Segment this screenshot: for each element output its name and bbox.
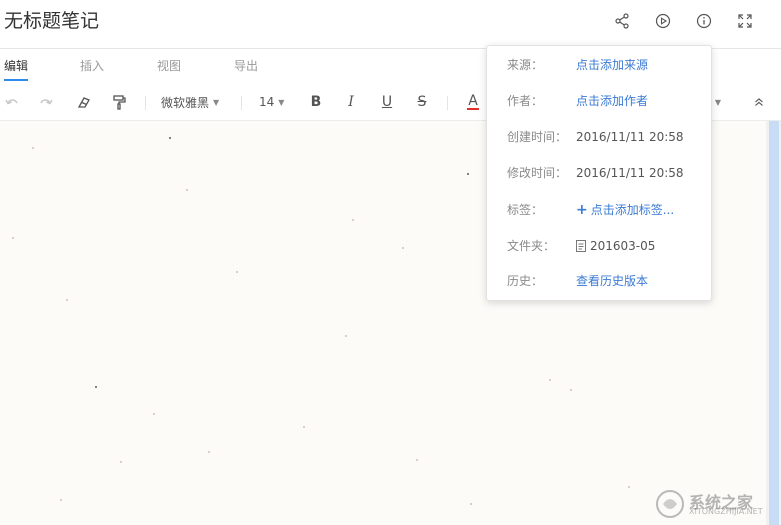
note-info-popover: 来源： 点击添加来源 作者： 点击添加作者 创建时间： 2016/11/11 2… xyxy=(486,45,712,301)
site-watermark: 系统之家 XITONGZHIJIA.NET xyxy=(653,487,771,521)
paper-speck xyxy=(66,299,68,301)
format-painter-icon[interactable] xyxy=(109,92,129,112)
view-history-link[interactable]: 查看历史版本 xyxy=(576,271,648,291)
paper-speck xyxy=(416,459,418,461)
paper-speck xyxy=(32,147,34,149)
paper-speck xyxy=(169,137,171,139)
source-label: 来源： xyxy=(507,58,544,72)
add-tag-link[interactable]: + 点击添加标签... xyxy=(576,200,674,220)
strikethrough-button[interactable]: S xyxy=(415,92,429,112)
paper-speck xyxy=(570,389,572,391)
paper-speck xyxy=(60,499,62,501)
folder-value[interactable]: 201603-05 xyxy=(576,236,655,256)
tab-export[interactable]: 导出 xyxy=(234,57,258,79)
plus-icon: + xyxy=(576,202,588,218)
paper-speck xyxy=(236,271,238,273)
eraser-icon[interactable] xyxy=(74,92,94,112)
chevron-down-icon[interactable]: ▼ xyxy=(712,92,724,112)
paper-speck xyxy=(95,386,97,388)
paper-speck xyxy=(549,379,551,381)
font-color-swatch xyxy=(467,108,479,110)
underline-button[interactable]: U xyxy=(380,92,394,112)
created-time: 2016/11/11 20:58 xyxy=(576,130,684,144)
tab-view[interactable]: 视图 xyxy=(157,57,181,79)
play-icon[interactable] xyxy=(651,9,675,33)
paper-speck xyxy=(402,247,404,249)
font-family-select[interactable]: 微软雅黑 ▼ xyxy=(161,92,219,112)
paper-speck xyxy=(345,335,347,337)
toolbar-divider xyxy=(447,96,448,110)
watermark-subtext: XITONGZHIJIA.NET xyxy=(689,507,763,516)
created-label: 创建时间： xyxy=(507,130,568,144)
paper-speck xyxy=(303,426,305,428)
paper-speck xyxy=(153,413,155,415)
italic-button[interactable]: I xyxy=(344,92,358,112)
toolbar-divider xyxy=(145,96,146,110)
paper-speck xyxy=(628,486,630,488)
font-color-button[interactable]: A xyxy=(466,92,480,112)
add-author-link[interactable]: 点击添加作者 xyxy=(576,91,648,111)
note-title[interactable]: 无标题笔记 xyxy=(4,8,99,34)
history-label: 历史： xyxy=(507,274,544,288)
paper-speck xyxy=(352,219,354,221)
watermark-logo-icon xyxy=(656,490,684,518)
font-size-select[interactable]: 14 ▼ xyxy=(259,92,284,112)
undo-icon[interactable] xyxy=(2,92,22,112)
document-icon xyxy=(576,240,586,252)
collapse-toolbar-icon[interactable] xyxy=(752,92,766,112)
chevron-down-icon: ▼ xyxy=(278,97,285,107)
paper-speck xyxy=(186,189,188,191)
tab-edit[interactable]: 编辑 xyxy=(4,57,29,81)
modified-time: 2016/11/11 20:58 xyxy=(576,166,684,180)
info-icon[interactable] xyxy=(692,9,716,33)
paper-speck xyxy=(470,503,472,505)
title-actions xyxy=(610,9,757,33)
toolbar-divider xyxy=(241,96,242,110)
scrollbar-thumb[interactable] xyxy=(769,121,779,525)
font-color-letter: A xyxy=(468,93,478,109)
title-bar: 无标题笔记 xyxy=(0,0,781,49)
tags-label: 标签： xyxy=(507,203,544,217)
folder-label: 文件夹： xyxy=(507,239,556,253)
editor-scrollbar[interactable] xyxy=(766,121,781,525)
font-size-value: 14 xyxy=(259,95,275,109)
folder-name: 201603-05 xyxy=(590,239,656,253)
redo-icon[interactable] xyxy=(36,92,56,112)
paper-speck xyxy=(120,461,122,463)
share-icon[interactable] xyxy=(610,9,634,33)
paper-speck xyxy=(467,173,469,175)
font-family-value: 微软雅黑 xyxy=(161,95,210,110)
bold-button[interactable]: B xyxy=(309,92,323,112)
chevron-down-icon: ▼ xyxy=(213,97,220,107)
author-label: 作者： xyxy=(507,94,544,108)
fullscreen-icon[interactable] xyxy=(733,9,757,33)
paper-speck xyxy=(12,237,14,239)
tab-insert[interactable]: 插入 xyxy=(80,57,104,79)
add-source-link[interactable]: 点击添加来源 xyxy=(576,55,648,75)
paper-speck xyxy=(208,451,210,453)
modified-label: 修改时间： xyxy=(507,166,568,180)
add-tag-text: 点击添加标签... xyxy=(590,203,675,217)
